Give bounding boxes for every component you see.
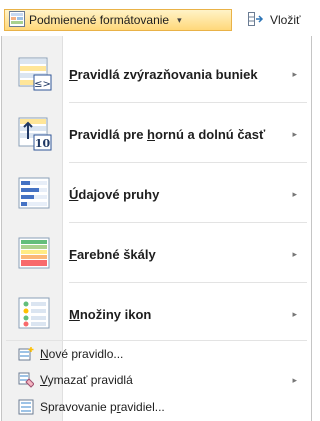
menu-item-label: Spravovanie pravidiel... <box>40 400 165 414</box>
color-scales-icon <box>17 236 53 272</box>
menu-separator <box>69 222 307 223</box>
chevron-down-icon: ▾ <box>177 14 182 25</box>
ribbon: Podmienené formátovanie ▾ Vložiť <box>0 0 313 36</box>
manage-rules-icon <box>17 398 35 416</box>
submenu-arrow-icon: ▸ <box>292 128 297 139</box>
insert-cells-icon <box>248 11 266 29</box>
submenu-arrow-icon: ▸ <box>292 248 297 259</box>
menu-separator <box>69 102 307 103</box>
data-bars-icon <box>17 176 53 212</box>
submenu-arrow-icon: ▸ <box>292 374 297 385</box>
svg-text:10: 10 <box>35 137 51 150</box>
conditional-formatting-icon <box>9 10 25 30</box>
menu-item-label: Údajové pruhy <box>69 186 160 202</box>
highlight-cells-icon: ≤> <box>17 56 53 92</box>
menu-item-new-rule[interactable]: Nové pravidlo... <box>2 343 311 365</box>
menu-item-highlight-cells-rules[interactable]: ≤> Pravidlá zvýrazňovania buniek ▸ <box>2 46 311 102</box>
menu-separator <box>6 340 307 341</box>
conditional-formatting-label: Podmienené formátovanie <box>29 13 170 27</box>
menu-item-label: Nové pravidlo... <box>40 347 124 361</box>
menu-item-label: Pravidlá zvýrazňovania buniek <box>69 66 258 82</box>
insert-label: Vložiť <box>270 13 301 27</box>
menu-item-label: Vymazať pravidlá <box>40 373 133 387</box>
submenu-arrow-icon: ▸ <box>292 188 297 199</box>
icon-sets-icon <box>17 296 53 332</box>
menu-separator <box>69 162 307 163</box>
menu-item-icon-sets[interactable]: Množiny ikon ▸ <box>2 286 311 342</box>
submenu-arrow-icon: ▸ <box>292 308 297 319</box>
menu-separator <box>69 282 307 283</box>
top-bottom-rules-icon: 10 <box>17 116 53 152</box>
submenu-arrow-icon: ▸ <box>292 68 297 79</box>
menu-item-top-bottom-rules[interactable]: 10 Pravidlá pre hornú a dolnú časť ▸ <box>2 106 311 162</box>
menu-item-data-bars[interactable]: Údajové pruhy ▸ <box>2 166 311 222</box>
clear-rules-icon <box>17 371 35 389</box>
svg-text:≤>: ≤> <box>34 79 51 90</box>
conditional-formatting-menu: ≤> Pravidlá zvýrazňovania buniek ▸ 10 Pr… <box>1 36 312 421</box>
insert-button[interactable]: Vložiť <box>248 11 301 29</box>
menu-item-clear-rules[interactable]: Vymazať pravidlá ▸ <box>2 369 311 391</box>
menu-item-label: Množiny ikon <box>69 306 152 322</box>
menu-item-label: Farebné škály <box>69 246 156 262</box>
conditional-formatting-button[interactable]: Podmienené formátovanie ▾ <box>4 9 232 31</box>
menu-item-label: Pravidlá pre hornú a dolnú časť <box>69 126 266 142</box>
menu-item-manage-rules[interactable]: Spravovanie pravidiel... <box>2 396 311 418</box>
new-rule-icon <box>17 345 35 363</box>
menu-item-color-scales[interactable]: Farebné škály ▸ <box>2 226 311 282</box>
